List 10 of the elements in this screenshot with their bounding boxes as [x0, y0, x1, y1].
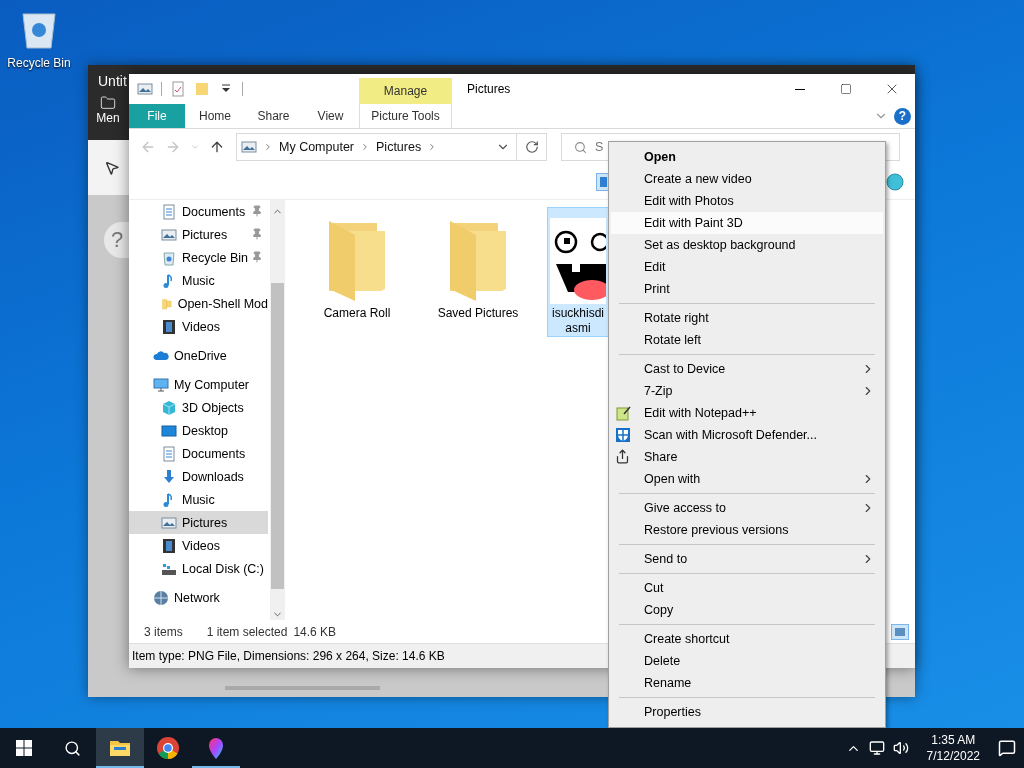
selection-size: 14.6 KB	[293, 624, 337, 639]
window-title: Pictures	[467, 82, 511, 96]
file-name: Camera Roll	[323, 306, 391, 321]
file-name: isuckhisdi	[552, 306, 604, 321]
file-name: Saved Pictures	[437, 306, 519, 321]
item-count: 3 items	[144, 624, 183, 639]
contextual-tab-header: Manage	[359, 78, 452, 104]
file-name: asmi	[565, 321, 591, 336]
window-title: Untit	[98, 73, 127, 89]
selection-count: 1 item selected	[206, 624, 288, 639]
